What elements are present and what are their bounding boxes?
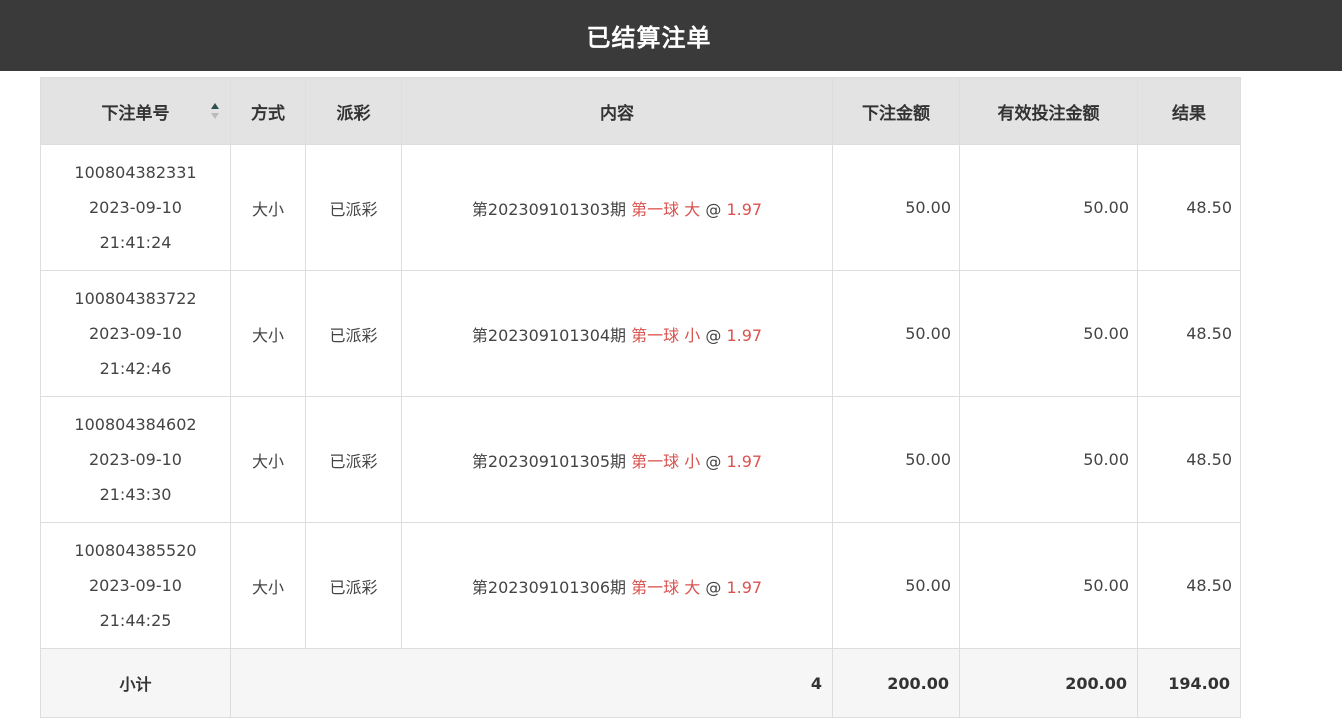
column-header-content: 内容 [401,77,833,145]
table-row: 100804384602 2023-09-10 21:43:30 大小 已派彩 … [40,396,1241,523]
method-cell: 大小 [230,396,306,523]
bet-amount-cell: 50.00 [832,270,960,397]
subtotal-row: 小计 4 200.00 200.00 194.00 [40,648,1241,718]
bet-period: 第202309101305期 [471,451,627,471]
valid-amount-cell: 50.00 [959,144,1138,271]
bet-pick: 小 [684,451,701,471]
result-cell: 48.50 [1137,270,1241,397]
order-number: 100804383722 [74,289,197,308]
valid-amount-cell: 50.00 [959,396,1138,523]
settled-bets-table-container: 下注单号 方式 派彩 内容 下注金额 有效投注金额 结果 10080438233… [40,77,1241,718]
subtotal-valid-amount: 200.00 [959,648,1138,718]
column-header-order-no[interactable]: 下注单号 [40,77,231,145]
bet-odds: 1.97 [726,577,763,597]
bet-ball: 第一球 [631,325,680,345]
subtotal-count: 4 [230,648,833,718]
table-row: 100804385520 2023-09-10 21:44:25 大小 已派彩 … [40,522,1241,649]
method-cell: 大小 [230,522,306,649]
order-time: 21:43:30 [99,485,172,504]
payout-status-cell: 已派彩 [305,522,402,649]
payout-status-cell: 已派彩 [305,144,402,271]
column-header-bet-amount: 下注金额 [832,77,960,145]
table-header: 下注单号 方式 派彩 内容 下注金额 有效投注金额 结果 [40,77,1241,145]
bet-ball: 第一球 [631,577,680,597]
bet-ball: 第一球 [631,451,680,471]
column-header-payout: 派彩 [305,77,402,145]
table-body: 100804382331 2023-09-10 21:41:24 大小 已派彩 … [40,144,1241,649]
bet-at-symbol: @ [705,577,722,597]
bet-period: 第202309101306期 [471,577,627,597]
bet-amount-cell: 50.00 [832,522,960,649]
subtotal-bet-amount: 200.00 [832,648,960,718]
column-header-method: 方式 [230,77,306,145]
order-time: 21:41:24 [99,233,172,252]
method-cell: 大小 [230,144,306,271]
bet-odds: 1.97 [726,451,763,471]
bet-at-symbol: @ [705,199,722,219]
column-header-label: 下注单号 [101,103,170,124]
order-number: 100804384602 [74,415,197,434]
table-row: 100804382331 2023-09-10 21:41:24 大小 已派彩 … [40,144,1241,271]
order-number: 100804382331 [74,163,197,182]
page-title: 已结算注单 [586,24,712,52]
order-info-cell: 100804385520 2023-09-10 21:44:25 [40,522,231,649]
bet-pick: 小 [684,325,701,345]
bet-amount-cell: 50.00 [832,396,960,523]
result-cell: 48.50 [1137,522,1241,649]
table-row: 100804383722 2023-09-10 21:42:46 大小 已派彩 … [40,270,1241,397]
content-cell: 第202309101304期 第一球 小 @ 1.97 [401,270,833,397]
order-time: 21:44:25 [99,611,172,630]
order-date: 2023-09-10 [89,324,182,343]
column-header-valid-amount: 有效投注金额 [959,77,1138,145]
order-date: 2023-09-10 [89,450,182,469]
content-cell: 第202309101305期 第一球 小 @ 1.97 [401,396,833,523]
bet-pick: 大 [684,577,701,597]
payout-status-cell: 已派彩 [305,396,402,523]
bet-period: 第202309101304期 [471,325,627,345]
order-info-cell: 100804382331 2023-09-10 21:41:24 [40,144,231,271]
valid-amount-cell: 50.00 [959,522,1138,649]
bet-odds: 1.97 [726,199,763,219]
sort-ascending-icon[interactable] [210,101,220,121]
subtotal-label: 小计 [40,648,231,718]
table-footer: 小计 4 200.00 200.00 194.00 [40,648,1241,718]
bet-at-symbol: @ [705,325,722,345]
subtotal-result: 194.00 [1137,648,1241,718]
column-header-result: 结果 [1137,77,1241,145]
content-cell: 第202309101303期 第一球 大 @ 1.97 [401,144,833,271]
order-number: 100804385520 [74,541,197,560]
result-cell: 48.50 [1137,396,1241,523]
order-date: 2023-09-10 [89,198,182,217]
result-cell: 48.50 [1137,144,1241,271]
bet-odds: 1.97 [726,325,763,345]
bet-amount-cell: 50.00 [832,144,960,271]
method-cell: 大小 [230,270,306,397]
bet-at-symbol: @ [705,451,722,471]
top-header-bar: 已结算注单 [0,0,1342,71]
payout-status-cell: 已派彩 [305,270,402,397]
order-info-cell: 100804383722 2023-09-10 21:42:46 [40,270,231,397]
order-date: 2023-09-10 [89,576,182,595]
settled-bets-table: 下注单号 方式 派彩 内容 下注金额 有效投注金额 结果 10080438233… [40,77,1241,718]
bet-ball: 第一球 [631,199,680,219]
valid-amount-cell: 50.00 [959,270,1138,397]
bet-period: 第202309101303期 [471,199,627,219]
order-info-cell: 100804384602 2023-09-10 21:43:30 [40,396,231,523]
content-cell: 第202309101306期 第一球 大 @ 1.97 [401,522,833,649]
table-header-row: 下注单号 方式 派彩 内容 下注金额 有效投注金额 结果 [40,77,1241,145]
bet-pick: 大 [684,199,701,219]
order-time: 21:42:46 [99,359,172,378]
